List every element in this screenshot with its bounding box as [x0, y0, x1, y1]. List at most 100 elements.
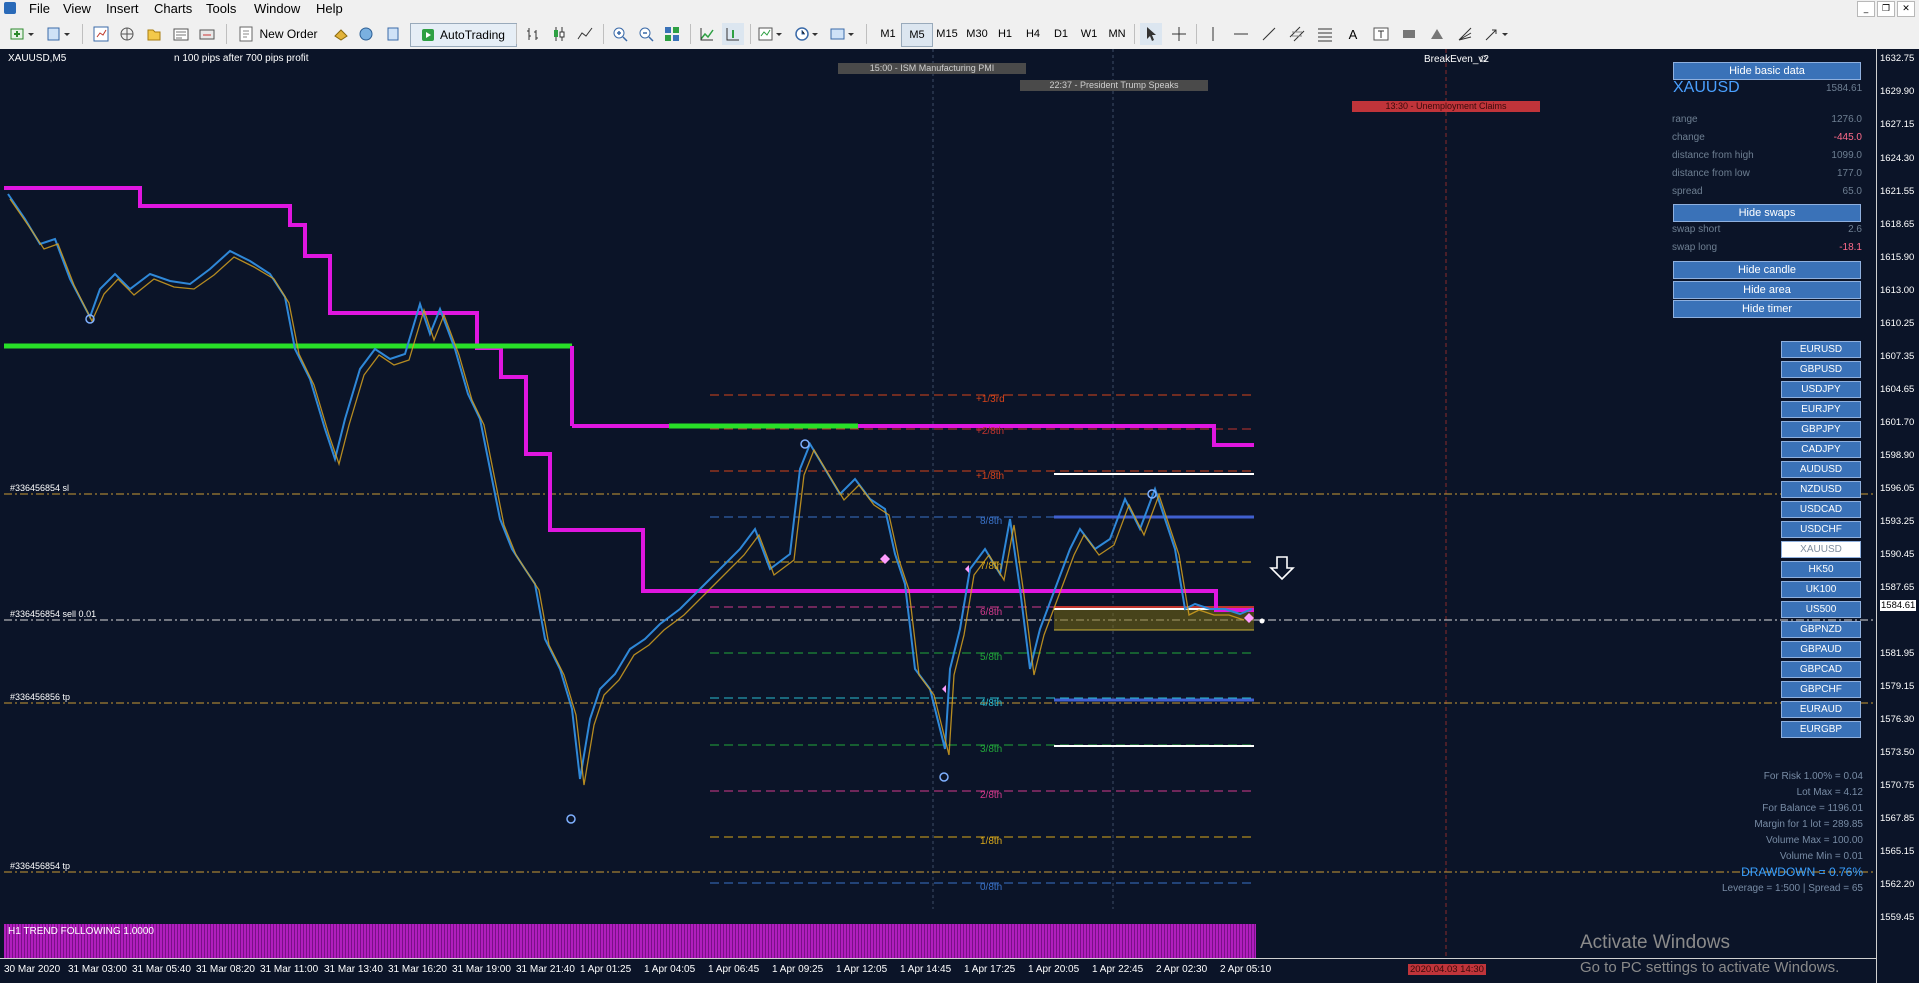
- triangle-icon[interactable]: [1426, 23, 1448, 45]
- restore-icon[interactable]: ❐: [1877, 1, 1895, 17]
- line-chart-icon[interactable]: [574, 23, 596, 45]
- tile-windows-icon[interactable]: [661, 23, 683, 45]
- menu-insert[interactable]: Insert: [106, 1, 139, 16]
- tf-h4[interactable]: H4: [1018, 23, 1048, 45]
- hide-swaps-button[interactable]: Hide swaps: [1673, 204, 1861, 222]
- price-tick: 1607.35: [1880, 351, 1915, 362]
- price-tick: 1618.65: [1880, 219, 1915, 230]
- price-tick: 1598.90: [1880, 450, 1915, 461]
- tf-m30[interactable]: M30: [960, 23, 994, 45]
- text-icon[interactable]: A: [1342, 23, 1364, 45]
- zoom-out-icon[interactable]: [635, 23, 657, 45]
- tf-m1[interactable]: M1: [873, 23, 903, 45]
- autoscroll-icon[interactable]: [696, 23, 718, 45]
- new-order-button[interactable]: New Order: [232, 23, 327, 45]
- price-tick: 1632.75: [1880, 53, 1915, 64]
- margin-info: Margin for 1 lot = 289.85: [1754, 819, 1863, 830]
- arrows-icon[interactable]: [1482, 23, 1512, 45]
- pair-gbpnzd-button[interactable]: GBPNZD: [1781, 621, 1861, 638]
- event-claims[interactable]: 13:30 - Unemployment Claims: [1352, 101, 1540, 112]
- fib-2-8: 2/8th: [980, 790, 1003, 801]
- menu-help[interactable]: Help: [316, 1, 343, 16]
- pair-usdchf-button[interactable]: USDCHF: [1781, 521, 1861, 538]
- chart-canvas: [4, 49, 1876, 983]
- experts-icon[interactable]: [382, 23, 404, 45]
- data-window-icon[interactable]: [116, 23, 138, 45]
- pair-eurgbp-button[interactable]: EURGBP: [1781, 721, 1861, 738]
- tf-d1[interactable]: D1: [1046, 23, 1076, 45]
- signals-icon[interactable]: [355, 23, 377, 45]
- pair-nzdusd-button[interactable]: NZDUSD: [1781, 481, 1861, 498]
- chart-area[interactable]: XAUUSD,M5 n 100 pips after 700 pips prof…: [0, 49, 1919, 983]
- horizontal-line-icon[interactable]: [1230, 23, 1252, 45]
- new-chart-icon[interactable]: [8, 23, 38, 45]
- text-label-icon[interactable]: [1370, 23, 1392, 45]
- fib-1-8: 1/8th: [980, 836, 1003, 847]
- event-trump[interactable]: 22:37 - President Trump Speaks: [1020, 80, 1208, 91]
- pair-hk50-button[interactable]: HK50: [1781, 561, 1861, 578]
- fib-8-8: 8/8th: [980, 516, 1003, 527]
- pair-gbpcad-button[interactable]: GBPCAD: [1781, 661, 1861, 678]
- pair-euraud-button[interactable]: EURAUD: [1781, 701, 1861, 718]
- fibonacci-icon[interactable]: [1314, 23, 1336, 45]
- pair-usdcad-button[interactable]: USDCAD: [1781, 501, 1861, 518]
- pair-eurjpy-button[interactable]: EURJPY: [1781, 401, 1861, 418]
- price-tick: 1615.90: [1880, 252, 1915, 263]
- tf-m5[interactable]: M5: [901, 23, 933, 47]
- hide-timer-button[interactable]: Hide timer: [1673, 300, 1861, 318]
- tf-mn[interactable]: MN: [1101, 23, 1133, 45]
- equidistant-channel-icon[interactable]: [1286, 23, 1308, 45]
- periods-icon[interactable]: [792, 23, 822, 45]
- current-price-dot: [1259, 618, 1265, 624]
- menu-file[interactable]: File: [29, 1, 50, 16]
- indicator-label: H1 TREND FOLLOWING 1.0000: [8, 926, 154, 937]
- templates-icon[interactable]: [828, 23, 858, 45]
- autotrading-button[interactable]: AutoTrading: [410, 23, 517, 47]
- crosshair-icon[interactable]: [1168, 23, 1190, 45]
- pair-gbpjpy-button[interactable]: GBPJPY: [1781, 421, 1861, 438]
- indicators-icon[interactable]: [756, 23, 786, 45]
- pair-cadjpy-button[interactable]: CADJPY: [1781, 441, 1861, 458]
- price-tick: 1590.45: [1880, 549, 1915, 560]
- menu-tools[interactable]: Tools: [206, 1, 236, 16]
- hide-candle-button[interactable]: Hide candle: [1673, 261, 1861, 279]
- pair-gbpchf-button[interactable]: GBPCHF: [1781, 681, 1861, 698]
- minimize-icon[interactable]: _: [1857, 1, 1875, 17]
- hide-area-button[interactable]: Hide area: [1673, 281, 1861, 299]
- tf-h1[interactable]: H1: [990, 23, 1020, 45]
- bar-chart-icon[interactable]: [522, 23, 544, 45]
- pair-xauusd-button[interactable]: XAUUSD: [1781, 541, 1861, 558]
- cursor-icon[interactable]: [1140, 23, 1162, 45]
- rectangle-icon[interactable]: [1398, 23, 1420, 45]
- terminal-icon[interactable]: [170, 23, 192, 45]
- pair-audusd-button[interactable]: AUDUSD: [1781, 461, 1861, 478]
- basic-range: range 1276.0: [1672, 114, 1862, 125]
- menu-charts[interactable]: Charts: [154, 1, 192, 16]
- hide-basic-data-button[interactable]: Hide basic data: [1673, 62, 1861, 80]
- navigator-icon[interactable]: [143, 23, 165, 45]
- pair-gbpusd-button[interactable]: GBPUSD: [1781, 361, 1861, 378]
- price-tick: 1567.85: [1880, 813, 1915, 824]
- menu-window[interactable]: Window: [254, 1, 300, 16]
- pair-eurusd-button[interactable]: EURUSD: [1781, 341, 1861, 358]
- price-tick: 1604.65: [1880, 384, 1915, 395]
- vertical-line-icon[interactable]: [1202, 23, 1224, 45]
- gold-icon[interactable]: [330, 23, 352, 45]
- pair-usdjpy-button[interactable]: USDJPY: [1781, 381, 1861, 398]
- tf-m15[interactable]: M15: [930, 23, 964, 45]
- gann-fan-icon[interactable]: [1454, 23, 1476, 45]
- close-icon[interactable]: ✕: [1897, 1, 1915, 17]
- tf-w1[interactable]: W1: [1074, 23, 1104, 45]
- zoom-in-icon[interactable]: [609, 23, 631, 45]
- tester-icon[interactable]: [196, 23, 218, 45]
- chart-shift-icon[interactable]: [722, 23, 744, 45]
- event-ism[interactable]: 15:00 - ISM Manufacturing PMI: [838, 63, 1026, 74]
- market-watch-icon[interactable]: [90, 23, 112, 45]
- pair-uk100-button[interactable]: UK100: [1781, 581, 1861, 598]
- menu-view[interactable]: View: [63, 1, 91, 16]
- pair-gbpaud-button[interactable]: GBPAUD: [1781, 641, 1861, 658]
- pair-us500-button[interactable]: US500: [1781, 601, 1861, 618]
- trendline-icon[interactable]: [1258, 23, 1280, 45]
- profiles-icon[interactable]: [44, 23, 74, 45]
- candlestick-icon[interactable]: [548, 23, 570, 45]
